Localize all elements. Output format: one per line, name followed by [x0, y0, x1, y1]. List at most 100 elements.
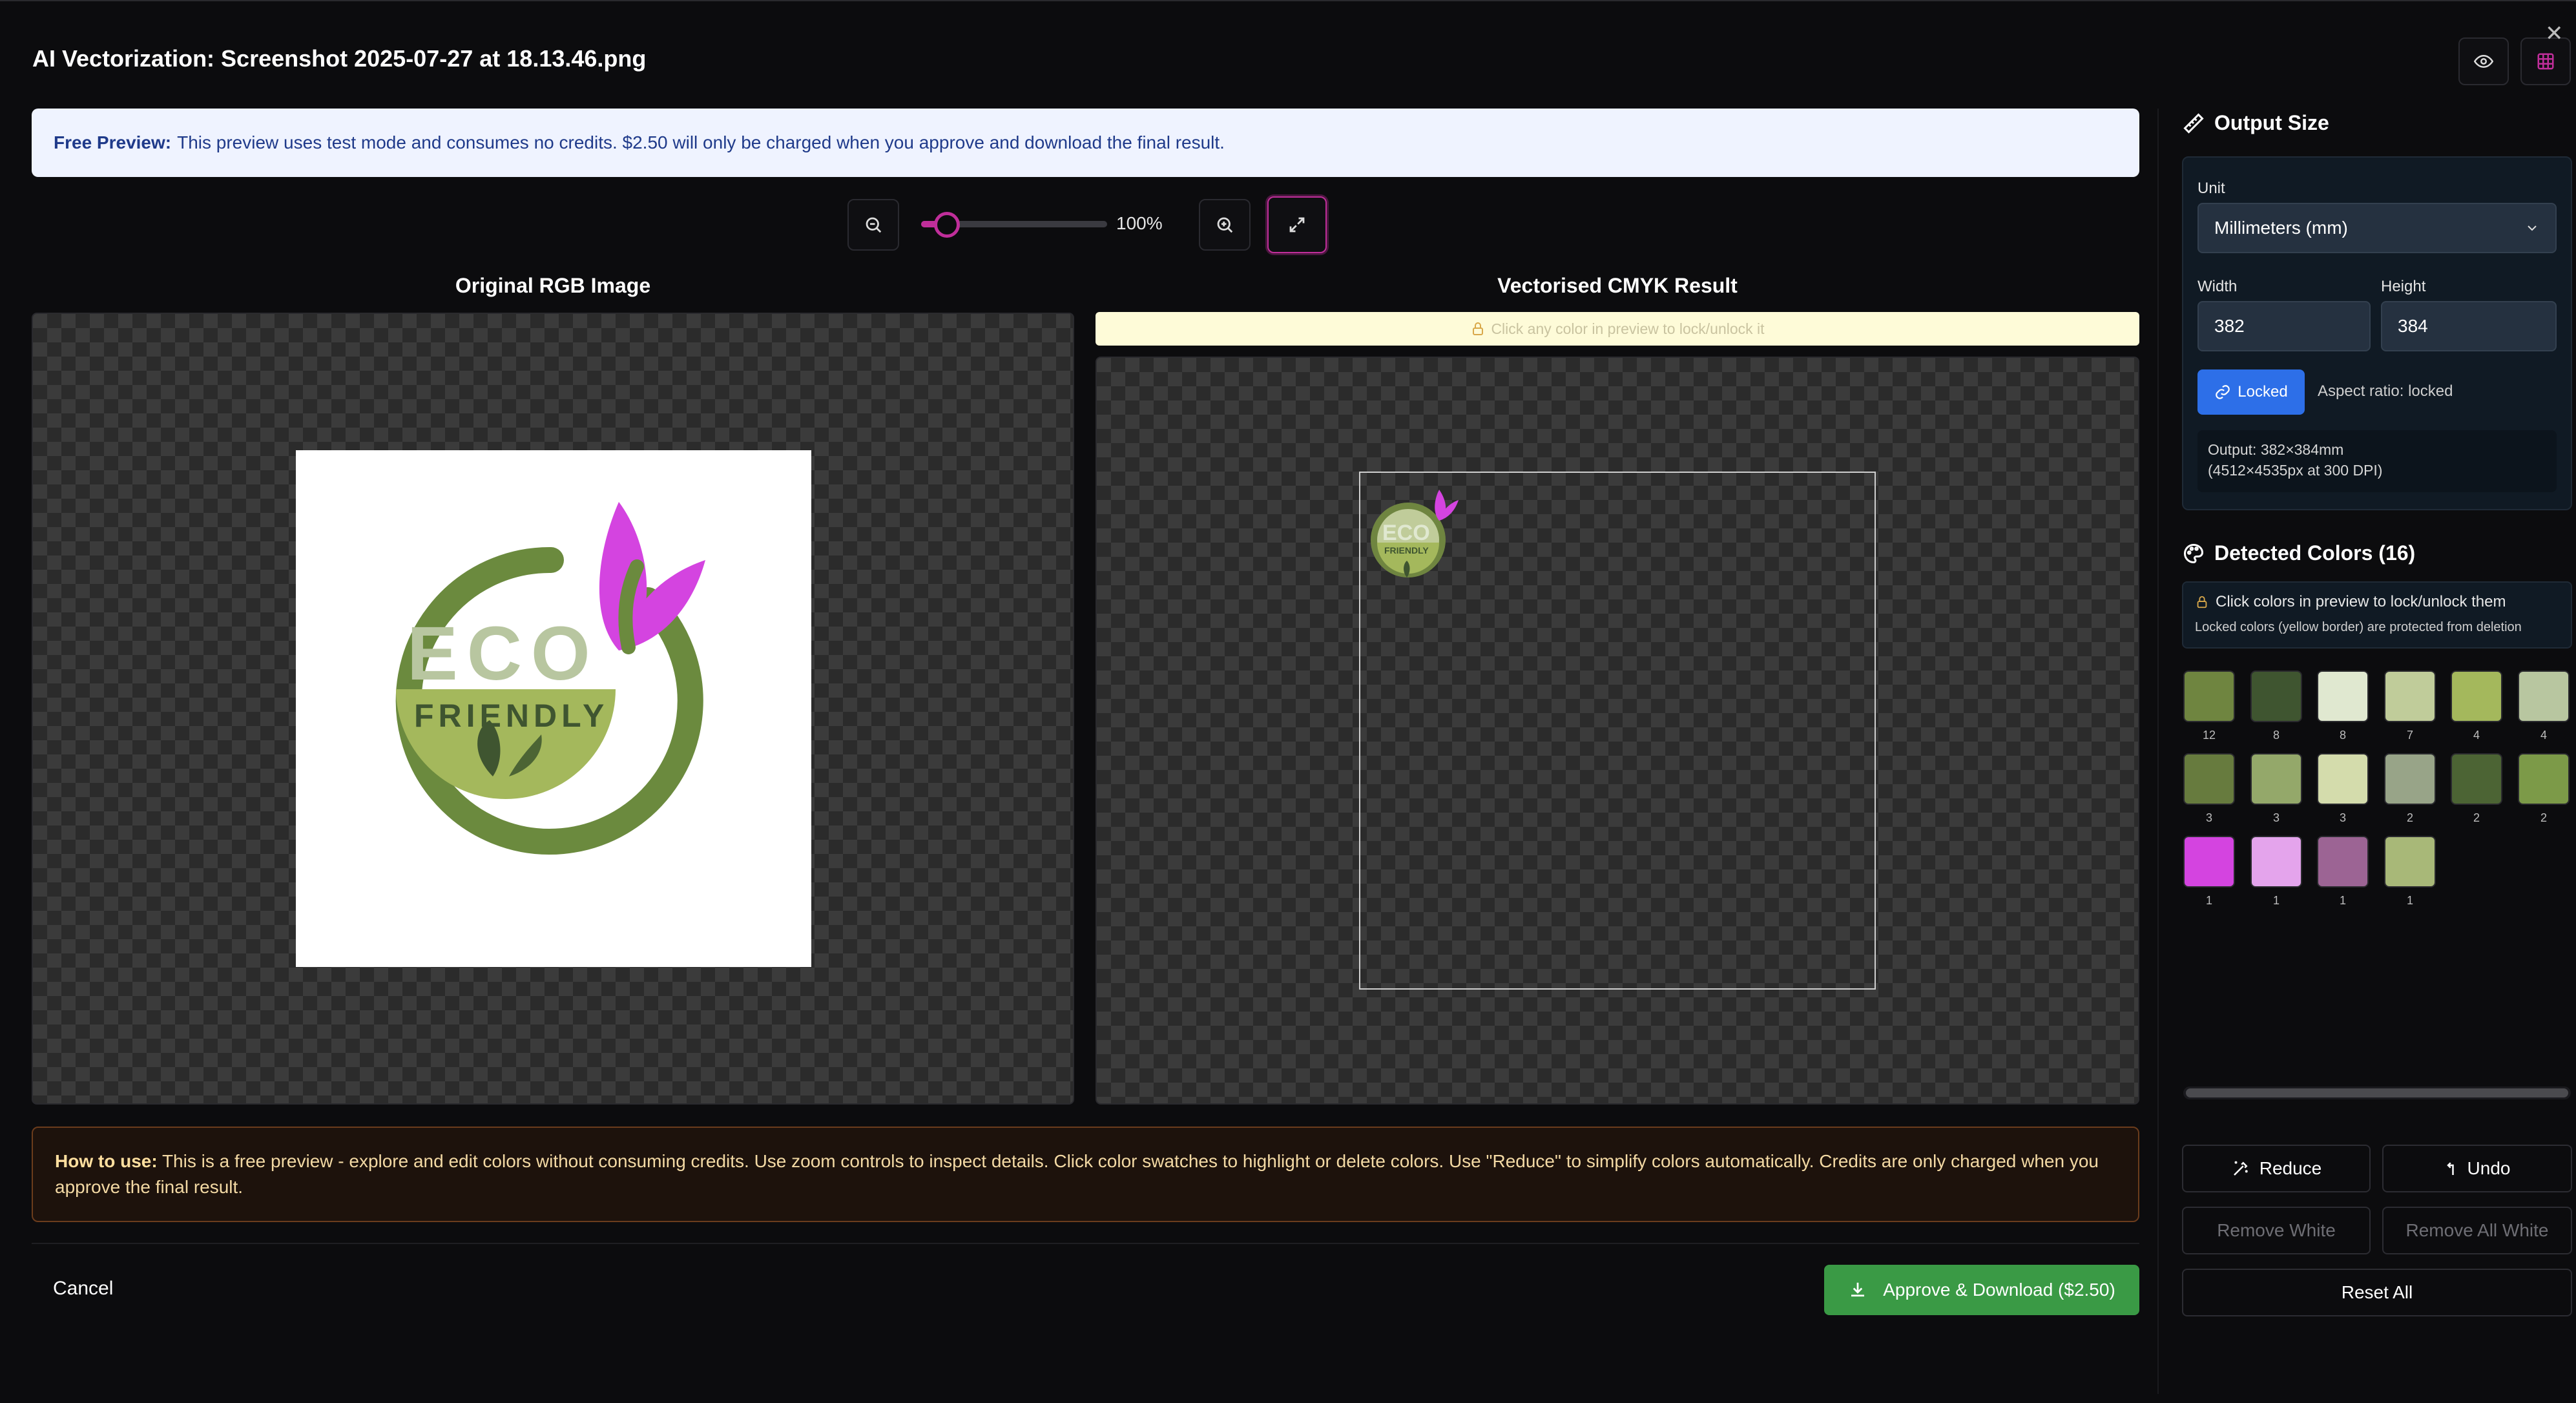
color-swatch[interactable]	[2384, 753, 2436, 805]
svg-text:FRIENDLY: FRIENDLY	[1384, 545, 1429, 556]
magic-wand-icon	[2233, 1161, 2248, 1176]
color-swatch-count: 8	[2339, 729, 2346, 742]
lock-icon	[1473, 322, 1484, 335]
color-swatch[interactable]	[2384, 670, 2436, 722]
height-label: Height	[2381, 278, 2426, 295]
lock-hint-bar: Click any color in preview to lock/unloc…	[1096, 312, 2139, 346]
original-image: ECO FRIENDLY	[296, 450, 811, 967]
color-swatch-count: 1	[2272, 894, 2280, 907]
svg-text:FRIENDLY: FRIENDLY	[414, 698, 608, 734]
color-swatch[interactable]	[2317, 836, 2369, 888]
download-icon	[1851, 1282, 1865, 1297]
original-pane-title: Original RGB Image	[455, 274, 651, 297]
unit-label: Unit	[2197, 180, 2225, 197]
zoom-slider-handle[interactable]	[934, 212, 960, 238]
color-swatch-count: 4	[2473, 729, 2480, 742]
zoom-percent: 100%	[1116, 213, 1163, 233]
chevron-down-icon	[2528, 225, 2537, 231]
zoom-out-icon	[866, 217, 882, 233]
palette-icon	[2184, 543, 2204, 563]
color-swatch-count: 3	[2205, 811, 2212, 824]
approve-download-button[interactable]: Approve & Download ($2.50)	[1824, 1265, 2139, 1315]
output-summary: Output: 382×384mm (4512×4535px at 300 DP…	[2197, 430, 2557, 492]
banner-text: This preview uses test mode and consumes…	[177, 132, 1225, 152]
close-icon[interactable]: ✕	[2545, 21, 2564, 47]
color-swatch-count: 2	[2540, 811, 2547, 824]
locked-label: Locked	[2238, 383, 2288, 400]
color-swatch-count: 1	[2339, 894, 2346, 907]
color-swatch-count: 8	[2272, 729, 2280, 742]
footer-divider	[32, 1243, 2139, 1244]
color-swatch-count: 12	[2202, 729, 2216, 742]
remove-all-white-button[interactable]: Remove All White	[2382, 1207, 2572, 1254]
lock-icon	[2197, 596, 2207, 608]
height-input[interactable]: 384	[2381, 301, 2557, 351]
color-swatch[interactable]	[2250, 753, 2302, 805]
banner-label: Free Preview:	[54, 132, 172, 152]
zoom-in-icon	[1217, 217, 1233, 233]
color-swatch-count: 3	[2339, 811, 2346, 824]
color-swatch[interactable]	[2250, 836, 2302, 888]
howto-label: How to use:	[55, 1151, 158, 1171]
lock-hint-text: Click any color in preview to lock/unloc…	[1491, 320, 1765, 337]
reset-all-button[interactable]: Reset All	[2182, 1269, 2572, 1316]
output-size-heading: Output Size	[2182, 111, 2329, 135]
link-icon	[2216, 385, 2230, 399]
color-swatch[interactable]	[2518, 670, 2570, 722]
cancel-button[interactable]: Cancel	[53, 1278, 113, 1300]
undo-label: Undo	[2467, 1158, 2511, 1178]
color-swatch-count: 1	[2406, 894, 2413, 907]
result-pane-title: Vectorised CMYK Result	[1497, 274, 1738, 297]
svg-text:ECO: ECO	[1382, 521, 1430, 545]
sidebar-scrollbar-thumb[interactable]	[2186, 1088, 2568, 1097]
color-swatch[interactable]	[2451, 753, 2502, 805]
remove-white-button[interactable]: Remove White	[2182, 1207, 2371, 1254]
color-swatch-count: 2	[2406, 811, 2413, 824]
color-swatch[interactable]	[2317, 670, 2369, 722]
color-swatch[interactable]	[2317, 753, 2369, 805]
width-label: Width	[2197, 278, 2238, 295]
vectorization-modal: AI Vectorization: Screenshot 2025-07-27 …	[0, 0, 2576, 1403]
color-swatch[interactable]	[2183, 836, 2235, 888]
vectorized-logo[interactable]: ECO FRIENDLY	[1368, 481, 1471, 584]
detected-colors-note: Click colors in preview to lock/unlock t…	[2182, 581, 2572, 649]
grid-icon	[2537, 53, 2554, 70]
color-swatch[interactable]	[2518, 753, 2570, 805]
result-preview-canvas[interactable]: ECO FRIENDLY	[1096, 357, 2139, 1105]
color-swatch[interactable]	[2384, 836, 2436, 888]
aspect-lock-button[interactable]: Locked	[2197, 369, 2305, 415]
fit-screen-button[interactable]	[1267, 196, 1327, 253]
color-swatch-count: 3	[2272, 811, 2280, 824]
detected-colors-title: Detected Colors (16)	[2214, 541, 2416, 565]
approve-label: Approve & Download ($2.50)	[1883, 1280, 2115, 1300]
color-swatch-count: 4	[2540, 729, 2547, 742]
undo-button[interactable]: Undo	[2382, 1145, 2572, 1192]
color-swatch[interactable]	[2183, 753, 2235, 805]
color-swatch[interactable]	[2250, 670, 2302, 722]
output-size-title: Output Size	[2214, 111, 2329, 134]
detected-colors-heading: Detected Colors (16)	[2182, 541, 2415, 565]
note-line-2: Locked colors (yellow border) are protec…	[2195, 620, 2522, 634]
original-preview-canvas[interactable]: ECO FRIENDLY	[32, 313, 1074, 1105]
preview-toggle-button[interactable]	[2458, 37, 2509, 85]
width-input[interactable]: 382	[2197, 301, 2371, 351]
output-pixels: (4512×4535px at 300 DPI)	[2208, 462, 2383, 479]
aspect-ratio-status: Aspect ratio: locked	[2318, 382, 2453, 400]
reduce-button[interactable]: Reduce	[2182, 1145, 2371, 1192]
modal-title: AI Vectorization: Screenshot 2025-07-27 …	[32, 45, 647, 72]
free-preview-banner: Free Preview: This preview uses test mod…	[32, 109, 2139, 177]
color-swatch[interactable]	[2451, 670, 2502, 722]
zoom-in-button[interactable]	[1199, 199, 1251, 251]
unit-value: Millimeters (mm)	[2214, 218, 2348, 238]
unit-select[interactable]: Millimeters (mm)	[2197, 203, 2557, 253]
color-swatch[interactable]	[2183, 670, 2235, 722]
how-to-use-panel: How to use: This is a free preview - exp…	[32, 1127, 2139, 1222]
eco-friendly-logo: ECO FRIENDLY	[395, 502, 705, 855]
output-dimensions: Output: 382×384mm	[2208, 441, 2344, 458]
color-swatch-count: 1	[2205, 894, 2212, 907]
expand-icon	[1289, 217, 1305, 233]
zoom-out-button[interactable]	[847, 199, 899, 251]
svg-text:ECO: ECO	[407, 611, 599, 696]
color-swatch-count: 2	[2473, 811, 2480, 824]
ruler-icon	[2183, 112, 2204, 134]
